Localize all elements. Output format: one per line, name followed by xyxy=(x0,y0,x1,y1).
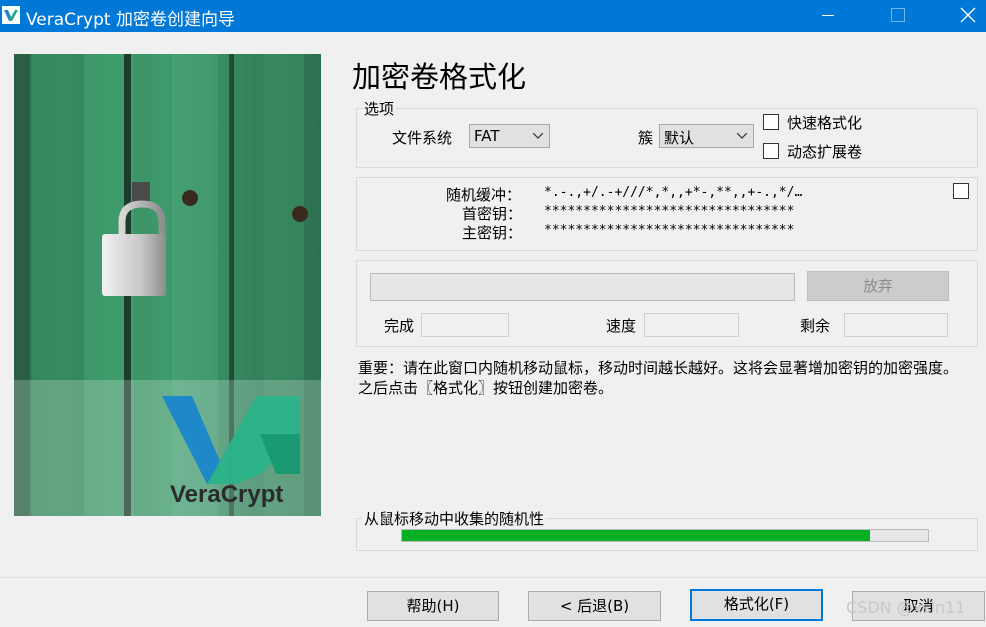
window-title: VeraCrypt 加密卷创建向导 xyxy=(26,10,235,30)
padlock-image: VeraCrypt xyxy=(14,54,321,516)
dynamic-volume-label[interactable]: 动态扩展卷 xyxy=(787,143,862,161)
cluster-select[interactable]: 默认 xyxy=(659,124,754,148)
options-group-label: 选项 xyxy=(362,100,397,118)
filesystem-value: FAT xyxy=(474,127,500,145)
watermark: CSDN @xsln11 xyxy=(846,598,966,617)
time-left-field xyxy=(844,313,948,337)
header-key-value: ******************************** xyxy=(544,204,795,219)
entropy-progress-bar xyxy=(401,529,929,542)
speed-label: 速度 xyxy=(606,317,637,335)
page-title: 加密卷格式化 xyxy=(352,60,527,94)
cluster-value: 默认 xyxy=(664,129,695,147)
back-button[interactable]: < 后退(B) xyxy=(528,591,661,621)
filesystem-label: 文件系统 xyxy=(392,129,453,147)
maximize-icon[interactable] xyxy=(874,0,920,32)
veracrypt-logo-icon xyxy=(2,6,20,24)
dynamic-volume-checkbox[interactable] xyxy=(763,143,779,159)
quick-format-checkbox[interactable] xyxy=(763,114,779,130)
random-pool-value: *.-.,+/.-+///*,*,,+*-,**,,+-.,*/… xyxy=(544,185,803,200)
header-key-label: 首密钥： xyxy=(462,205,523,223)
done-label: 完成 xyxy=(384,317,415,335)
speed-field xyxy=(644,313,739,337)
chevron-down-icon xyxy=(737,133,747,139)
hero-image: VeraCrypt xyxy=(14,54,321,516)
master-key-label: 主密钥： xyxy=(462,224,523,242)
show-keys-checkbox[interactable] xyxy=(953,183,969,199)
footer-divider xyxy=(0,577,986,578)
important-note: 重要：请在此窗口内随机移动鼠标，移动时间越长越好。这将会显著增加密钥的加密强度。… xyxy=(358,359,959,397)
entropy-label: 从鼠标移动中收集的随机性 xyxy=(362,510,547,528)
time-left-label: 剩余 xyxy=(800,317,831,335)
minimize-icon[interactable] xyxy=(808,0,854,32)
close-icon[interactable] xyxy=(940,0,986,32)
master-key-value: ******************************** xyxy=(544,223,795,238)
hero-brand: VeraCrypt xyxy=(170,481,283,508)
entropy-progress-fill xyxy=(402,530,871,541)
chevron-down-icon xyxy=(533,133,543,139)
cluster-label: 簇 xyxy=(638,129,654,147)
title-bar: VeraCrypt 加密卷创建向导 xyxy=(0,0,986,32)
filesystem-select[interactable]: FAT xyxy=(469,124,550,148)
help-button[interactable]: 帮助(H) xyxy=(367,591,499,621)
random-pool-label: 随机缓冲： xyxy=(446,186,522,204)
format-progress-bar xyxy=(370,273,795,301)
done-field xyxy=(421,313,509,337)
quick-format-label[interactable]: 快速格式化 xyxy=(787,114,862,132)
format-button[interactable]: 格式化(F) xyxy=(690,589,823,621)
abort-button[interactable]: 放弃 xyxy=(807,271,949,301)
